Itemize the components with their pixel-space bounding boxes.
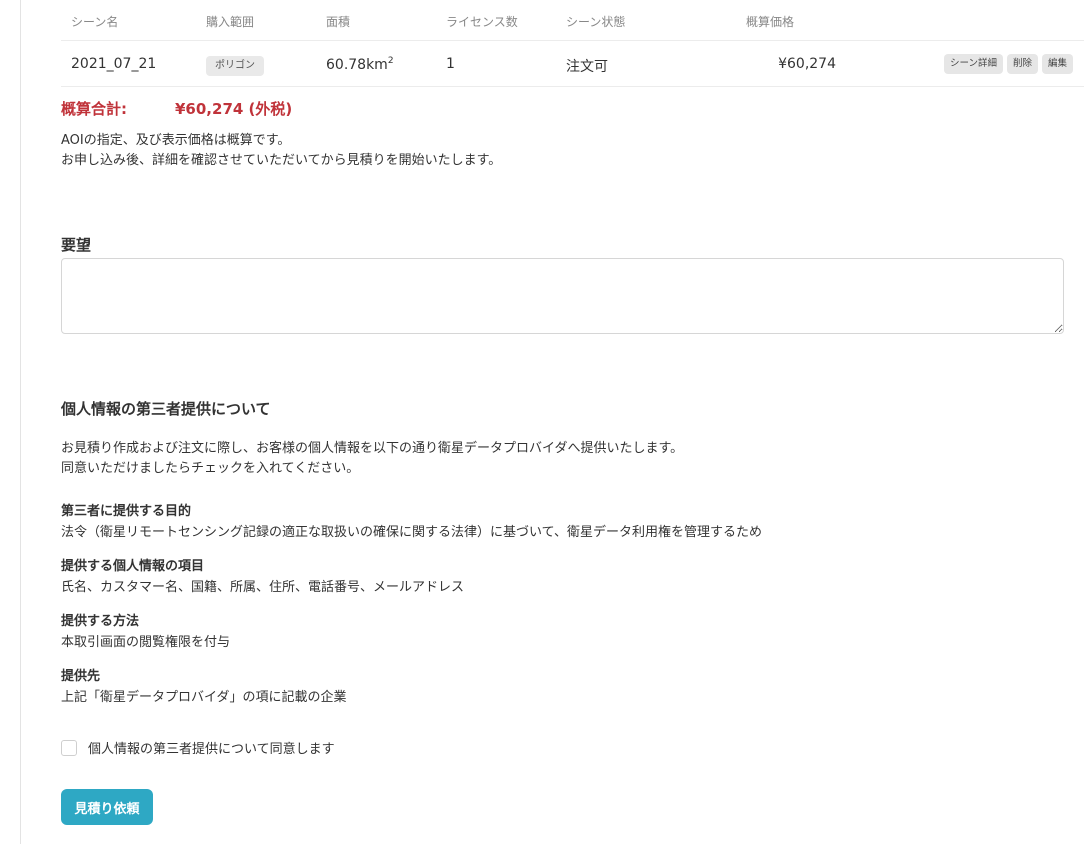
recipient-body: 上記「衛星データプロバイダ」の項に記載の企業 [61,690,347,705]
area-exponent: 2 [387,56,394,66]
price-cell: ¥60,274 [778,56,836,72]
edit-button[interactable]: 編集 [1041,54,1073,74]
header-scene-status: シーン状態 [566,15,626,29]
intro-line: 同意いただけましたらチェックを入れてください。 [61,461,360,476]
items-title: 提供する個人情報の項目 [61,559,205,574]
method-body: 本取引画面の閲覧権限を付与 [61,635,231,650]
table-row: 2021_07_21 ポリゴン 60.78km2 1 注文可 ¥60,274 シ… [61,41,1084,87]
consent-checkbox[interactable] [61,739,77,756]
items-body: 氏名、カスタマー名、国籍、所属、住所、電話番号、メールアドレス [61,580,465,595]
quote-request-button[interactable]: 見積り依頼 [61,789,153,825]
scene-detail-button[interactable]: シーン詳細 [943,54,1003,74]
note-line: お申し込み後、詳細を確認させていただいてから見積りを開始いたします。 [61,153,502,168]
scene-name-cell: 2021_07_21 [71,56,157,72]
header-estimated-price: 概算価格 [746,15,795,29]
table-header: シーン名 購入範囲 面積 ライセンス数 シーン状態 概算価格 [61,0,1084,41]
scene-status-cell: 注文可 [566,59,608,75]
privacy-title: 個人情報の第三者提供について [61,400,271,418]
header-purchase-range: 購入範囲 [206,15,255,29]
consent-label[interactable]: 個人情報の第三者提供について同意します [88,738,335,757]
privacy-intro: お見積り作成および注文に際し、お客様の個人情報を以下の通り衛星データプロバイダへ… [61,439,683,479]
request-textarea[interactable] [61,258,1064,334]
purchase-range-badge: ポリゴン [206,56,264,76]
delete-button[interactable]: 削除 [1006,54,1038,74]
license-count-cell: 1 [446,56,455,72]
row-actions: シーン詳細 削除 編集 [943,54,1073,74]
purpose-body: 法令（衛星リモートセンシング記録の適正な取扱いの確保に関する法律）に基づいて、衛… [61,525,762,540]
total-label: 概算合計: [61,100,127,118]
total-value: ¥60,274 (外税) [175,100,293,118]
consent-row: 個人情報の第三者提供について同意します [61,738,335,757]
scene-table: シーン名 購入範囲 面積 ライセンス数 シーン状態 概算価格 2021_07_2… [61,0,1084,87]
estimated-total: 概算合計: ¥60,274 (外税) [61,98,292,119]
note-line: AOIの指定、及び表示価格は概算です。 [61,133,291,148]
estimate-note: AOIの指定、及び表示価格は概算です。 お申し込み後、詳細を確認させていただいて… [61,131,501,171]
quote-page: シーン名 購入範囲 面積 ライセンス数 シーン状態 概算価格 2021_07_2… [0,0,1090,844]
left-divider [20,0,21,844]
header-scene-name: シーン名 [71,15,119,29]
header-area: 面積 [326,15,351,29]
recipient-title: 提供先 [61,669,101,684]
area-cell: 60.78km2 [326,56,394,73]
method-title: 提供する方法 [61,614,140,629]
header-license-count: ライセンス数 [446,15,518,29]
purpose-title: 第三者に提供する目的 [61,504,192,519]
request-title: 要望 [61,236,92,254]
intro-line: お見積り作成および注文に際し、お客様の個人情報を以下の通り衛星データプロバイダへ… [61,441,684,456]
area-value: 60.78km [326,57,388,73]
